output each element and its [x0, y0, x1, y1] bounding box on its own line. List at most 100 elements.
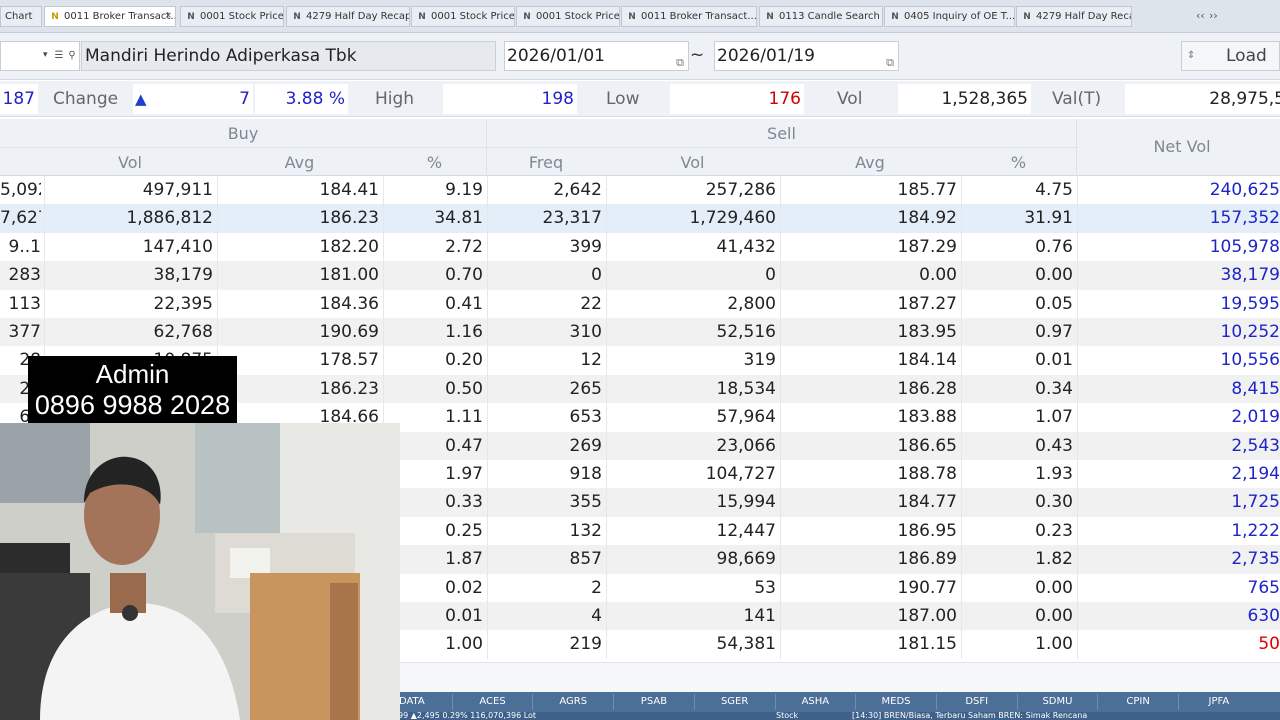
sell-vol-header[interactable]: Vol — [606, 153, 779, 172]
buy-avg-cell: 182.20 — [319, 236, 379, 257]
tab-item[interactable]: N 0011 Broker Transact... — [621, 6, 757, 27]
date-to-input[interactable]: 2026/01/19 ⧉ — [714, 41, 899, 71]
load-button[interactable]: ⇕ Load — [1181, 41, 1280, 71]
contact-name: Admin — [95, 359, 170, 389]
buy-avg-cell: 181.00 — [319, 265, 379, 286]
ticker-item[interactable]: CPIN — [1097, 694, 1178, 710]
updown-icon: ⇕ — [1187, 50, 1196, 61]
sell-freq-cell: 23,317 — [542, 208, 602, 229]
buy-avg-header[interactable]: Avg — [217, 153, 382, 172]
net-vol-cell: 105,978 — [1209, 236, 1280, 257]
chevron-down-icon[interactable]: ▾ — [43, 50, 48, 60]
net-vol-cell: 10,252 — [1220, 322, 1280, 342]
table-row[interactable]: 5,092 497,911 184.41 9.19 2,642 257,286 185.77… — [0, 176, 1280, 204]
sell-vol-cell: 104,727 — [705, 464, 776, 484]
search-icon[interactable]: ⚲ — [65, 47, 79, 65]
sell-freq-cell: 2 — [591, 577, 602, 598]
calendar-icon[interactable]: ⧉ — [886, 49, 894, 77]
buy-vol-header[interactable]: Vol — [44, 153, 216, 172]
sell-vol-cell: 41,432 — [716, 236, 776, 257]
ticker-item[interactable]: AGRS — [532, 694, 613, 710]
tab-item[interactable]: N 0405 Inquiry of OE T... — [884, 6, 1015, 27]
sell-vol-cell: 98,669 — [716, 549, 776, 570]
ticker-item[interactable]: SGER — [693, 694, 775, 710]
ticker-item[interactable]: MEDS — [855, 694, 936, 710]
date-from-value: 2026/01/01 — [507, 46, 605, 66]
sell-avg-cell: 185.77 — [897, 180, 957, 200]
buy-freq-cell: 7,627 — [0, 208, 41, 229]
sell-avg-cell: 181.15 — [897, 634, 957, 655]
header-divider — [0, 147, 1076, 148]
ticker-item[interactable]: ACES — [451, 694, 533, 710]
tab-new-badge: N — [293, 12, 301, 22]
table-row[interactable]: 283 38,179 181.00 0.70 0 0 0.00 0.00 38,179 — [0, 261, 1280, 290]
sell-pct-cell: 1.00 — [1035, 634, 1073, 655]
tab-new-badge: N — [766, 12, 774, 22]
tab-item[interactable]: N 0001 Stock Price — [411, 6, 515, 27]
tab-label: 0001 Stock Price — [536, 11, 620, 22]
tab-item[interactable]: Chart — [0, 6, 42, 27]
ticker-item[interactable]: ASHA — [774, 694, 856, 710]
ticker-item[interactable]: DSFI — [935, 694, 1017, 710]
table-row[interactable]: 9..1 147,410 182.20 2.72 399 41,432 187.29 0.76… — [0, 233, 1280, 261]
buy-freq-cell: 113 — [8, 293, 41, 314]
sell-vol-cell: 1,729,460 — [689, 208, 776, 229]
date-range-separator: ~ — [690, 45, 705, 65]
sell-freq-cell: 269 — [569, 435, 602, 456]
high-label: High — [375, 89, 415, 109]
tab-item[interactable]: N 4279 Half Day Recap — [1016, 6, 1132, 27]
net-vol-cell: 765 — [1247, 577, 1280, 598]
sell-pct-cell: 1.93 — [1035, 464, 1073, 484]
tab-new-badge: N — [628, 12, 636, 22]
sell-avg-header[interactable]: Avg — [780, 153, 960, 172]
tab-label: 4279 Half Day Recap — [306, 11, 410, 22]
tab-item[interactable]: N 4279 Half Day Recap — [286, 6, 410, 27]
ticker-item[interactable]: PSAB — [613, 694, 694, 710]
buy-vol-cell: 62,768 — [153, 322, 213, 342]
net-vol-cell: 2,735 — [1231, 549, 1280, 570]
volume-value: 1,528,365 — [898, 84, 1031, 114]
sell-vol-cell: 57,964 — [716, 407, 776, 428]
tab-item[interactable]: N 0011 Broker Transact... × — [44, 6, 176, 27]
net-vol-header[interactable]: Net Vol — [1077, 137, 1280, 156]
tab-label: 0001 Stock Price — [431, 11, 515, 22]
tab-item[interactable]: N 0001 Stock Price — [180, 6, 284, 27]
list-icon[interactable]: ☰ — [52, 47, 66, 65]
sell-avg-cell: 186.28 — [897, 378, 957, 399]
sell-freq-cell: 310 — [569, 322, 602, 342]
tab-item[interactable]: N 0001 Stock Price — [516, 6, 620, 27]
buy-vol-cell: 497,911 — [142, 180, 213, 200]
table-row[interactable]: 7,627 1,886,812 186.23 34.81 23,317 1,729,460… — [0, 204, 1280, 233]
tab-label: 0405 Inquiry of OE T... — [904, 11, 1015, 22]
table-row[interactable]: 113 22,395 184.36 0.41 22 2,800 187.27 0.05 19,5… — [0, 290, 1280, 318]
low-label: Low — [606, 89, 640, 109]
sell-pct-cell: 0.34 — [1035, 378, 1073, 399]
tab-scroll-left-icon[interactable]: ‹‹ — [1196, 9, 1205, 22]
ticker-item[interactable]: SDMU — [1016, 694, 1098, 710]
ticker-item[interactable]: JPFA — [1178, 694, 1259, 710]
company-name-field: Mandiri Herindo Adiperkasa Tbk — [81, 41, 496, 71]
news-ticker[interactable]: [14:30] BREN/Biasa, Terbaru Saham BREN: … — [852, 712, 1087, 720]
close-icon[interactable]: × — [164, 7, 172, 26]
sell-avg-cell: 184.77 — [897, 492, 957, 513]
column-divider — [606, 176, 607, 659]
net-vol-cell: 1,222 — [1231, 520, 1280, 541]
stock-code-input[interactable]: ▾ ☰ ⚲ — [0, 41, 80, 71]
sell-pct-header[interactable]: % — [961, 153, 1076, 172]
high-value: 198 — [443, 84, 577, 114]
calendar-icon[interactable]: ⧉ — [676, 49, 684, 77]
tab-label: 4279 Half Day Recap — [1036, 11, 1132, 22]
buy-pct-header[interactable]: % — [383, 153, 486, 172]
status-tab[interactable]: Stock — [776, 712, 798, 720]
sell-avg-cell: 0.00 — [919, 265, 957, 286]
sell-freq-header[interactable]: Freq — [487, 153, 605, 172]
tab-new-badge: N — [1023, 12, 1031, 22]
date-from-input[interactable]: 2026/01/01 ⧉ — [504, 41, 689, 71]
sell-pct-cell: 0.00 — [1035, 265, 1073, 286]
table-row[interactable]: 377 62,768 190.69 1.16 310 52,516 183.95 0.97 10… — [0, 318, 1280, 347]
tab-scroll-right-icon[interactable]: ›› — [1209, 9, 1218, 22]
tab-item[interactable]: N 0113 Candle Search — [759, 6, 883, 27]
buy-freq-cell: 283 — [8, 265, 41, 286]
grid-header: Buy Sell Net Vol Vol Avg % Freq Vol Avg … — [0, 119, 1280, 176]
buy-vol-cell: 38,179 — [153, 265, 213, 286]
